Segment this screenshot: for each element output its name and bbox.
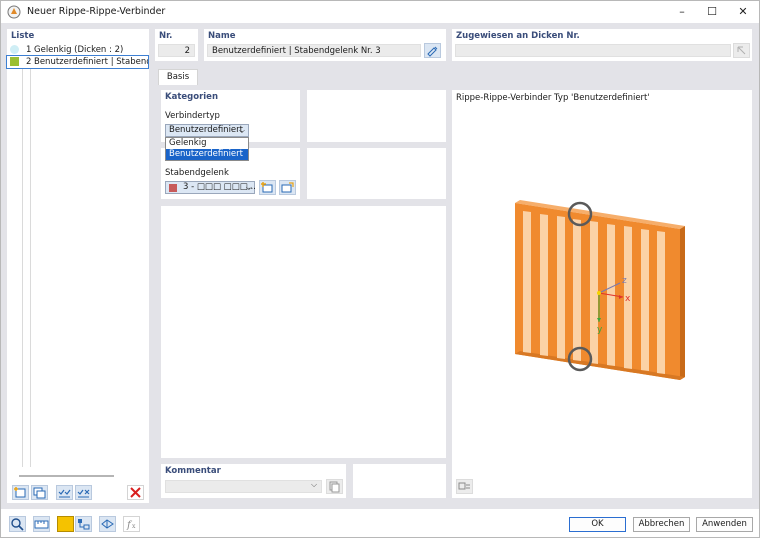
close-button[interactable]: ✕ xyxy=(728,1,758,23)
tree-guide xyxy=(22,67,23,467)
view-icon xyxy=(101,519,114,529)
uncheck-button[interactable] xyxy=(75,485,92,500)
name-caption: Name xyxy=(208,31,236,41)
cancel-button[interactable]: Abbrechen xyxy=(633,517,690,532)
nr-caption: Nr. xyxy=(159,31,173,41)
color-swatch xyxy=(10,57,19,66)
copy-item-button[interactable] xyxy=(31,485,48,500)
origin-point xyxy=(597,291,601,295)
option-gelenkig[interactable]: Gelenkig xyxy=(166,138,248,149)
svg-text:x: x xyxy=(132,523,136,530)
nr-field[interactable]: 2 xyxy=(158,44,195,57)
view-options-icon xyxy=(458,482,470,490)
chevron-down-icon: ⌵ xyxy=(245,183,252,192)
list-item-label: Benutzerdefiniert | Stabendgelenk xyxy=(34,57,148,67)
connector-type-value: Benutzerdefiniert xyxy=(169,125,243,135)
window-title: Neuer Rippe-Rippe-Verbinder xyxy=(27,6,166,17)
end-release-label: Stabendgelenk xyxy=(165,168,229,178)
comment-field[interactable] xyxy=(165,480,322,493)
assigned-caption: Zugewiesen an Dicken Nr. xyxy=(456,31,580,41)
z-axis-label: z xyxy=(622,276,627,286)
color-swatch xyxy=(169,184,177,192)
option-benutzerdefiniert[interactable]: Benutzerdefiniert xyxy=(166,149,248,160)
chevron-down-icon: ⌵ xyxy=(311,480,318,489)
preview-panel: Rippe-Rippe-Verbinder Typ 'Benutzerdefin… xyxy=(452,90,752,498)
list-item-nr: 1 xyxy=(26,45,32,55)
panel-side-edge xyxy=(680,226,685,380)
check-all-icon xyxy=(58,489,71,498)
list-item[interactable]: 1 Gelenkig (Dicken : 2) xyxy=(7,44,148,56)
empty-panel xyxy=(307,148,446,199)
list-item-selected[interactable]: 2 Benutzerdefiniert | Stabendgelenk xyxy=(6,55,149,69)
ok-button[interactable]: OK xyxy=(569,517,626,532)
title-bar: Neuer Rippe-Rippe-Verbinder – ☐ ✕ xyxy=(1,1,759,23)
maximize-button[interactable]: ☐ xyxy=(697,1,727,23)
structure-button[interactable] xyxy=(75,516,92,532)
tab-basis[interactable]: Basis xyxy=(158,69,198,85)
assigned-panel: Zugewiesen an Dicken Nr. xyxy=(452,29,752,61)
preview-options-button[interactable] xyxy=(456,479,473,494)
connector-type-dropdown[interactable]: Benutzerdefiniert ⌵ xyxy=(165,124,249,137)
parameters-panel xyxy=(161,206,446,458)
copy-icon xyxy=(329,481,340,493)
formula-icon: fx xyxy=(126,520,136,531)
list-caption: Liste xyxy=(11,31,35,41)
rib-gaps xyxy=(523,211,665,374)
list-item-nr: 2 xyxy=(26,57,32,67)
empty-panel xyxy=(307,90,446,142)
color-button[interactable] xyxy=(57,516,74,532)
delete-button[interactable] xyxy=(127,485,144,500)
uncheck-icon xyxy=(77,489,90,498)
end-release-dropdown[interactable]: 3 - □□□ □□□... ⌵ xyxy=(165,181,256,194)
list-scrollbar[interactable] xyxy=(19,475,114,477)
tab-basis-label: Basis xyxy=(166,72,190,82)
assigned-field[interactable] xyxy=(455,44,731,57)
new-item-icon xyxy=(14,487,26,498)
connector-type-label: Verbindertyp xyxy=(165,111,220,121)
y-axis-label: y xyxy=(597,325,603,335)
units-icon xyxy=(34,520,49,529)
structure-icon xyxy=(78,519,90,530)
edit-icon xyxy=(427,46,438,57)
x-axis-label: x xyxy=(625,294,631,304)
name-panel: Name Benutzerdefiniert | Stabendgelenk N… xyxy=(204,29,446,61)
search-icon xyxy=(11,518,24,531)
new-item-button[interactable] xyxy=(12,485,29,500)
app-icon xyxy=(7,5,21,19)
minimize-button[interactable]: – xyxy=(667,1,697,23)
check-all-button[interactable] xyxy=(56,485,73,500)
comment-library-button[interactable] xyxy=(326,479,343,494)
delete-icon xyxy=(130,487,141,498)
units-button[interactable] xyxy=(33,516,50,532)
list-panel: Liste xyxy=(7,29,149,503)
view-button[interactable] xyxy=(99,516,116,532)
color-swatch xyxy=(10,45,19,54)
list-item-label: Gelenkig (Dicken : 2) xyxy=(34,45,124,55)
new-release-button[interactable] xyxy=(259,180,276,195)
formula-button[interactable]: fx xyxy=(123,516,140,532)
connector-type-list: Gelenkig Benutzerdefiniert xyxy=(165,137,249,161)
chevron-down-icon: ⌵ xyxy=(238,126,245,135)
apply-button[interactable]: Anwenden xyxy=(696,517,753,532)
select-thickness-button xyxy=(733,43,750,58)
categories-caption: Kategorien xyxy=(165,92,218,102)
dialog-window: Neuer Rippe-Rippe-Verbinder – ☐ ✕ Liste … xyxy=(0,0,760,538)
edit-release-button[interactable] xyxy=(279,180,296,195)
nr-panel: Nr. 2 xyxy=(155,29,198,61)
pick-icon xyxy=(737,46,746,55)
copy-item-icon xyxy=(33,487,46,499)
new-item-icon xyxy=(261,182,273,193)
comment-panel: Kommentar ⌵ xyxy=(161,464,346,498)
name-field[interactable]: Benutzerdefiniert | Stabendgelenk Nr. 3 xyxy=(207,44,421,57)
connector-preview-graphic: x y z xyxy=(515,200,685,380)
edit-item-icon xyxy=(281,182,294,193)
comment-caption: Kommentar xyxy=(165,466,221,476)
search-button[interactable] xyxy=(9,516,26,532)
empty-panel xyxy=(353,464,446,498)
tree-guide xyxy=(30,67,31,467)
edit-name-button[interactable] xyxy=(424,43,441,58)
